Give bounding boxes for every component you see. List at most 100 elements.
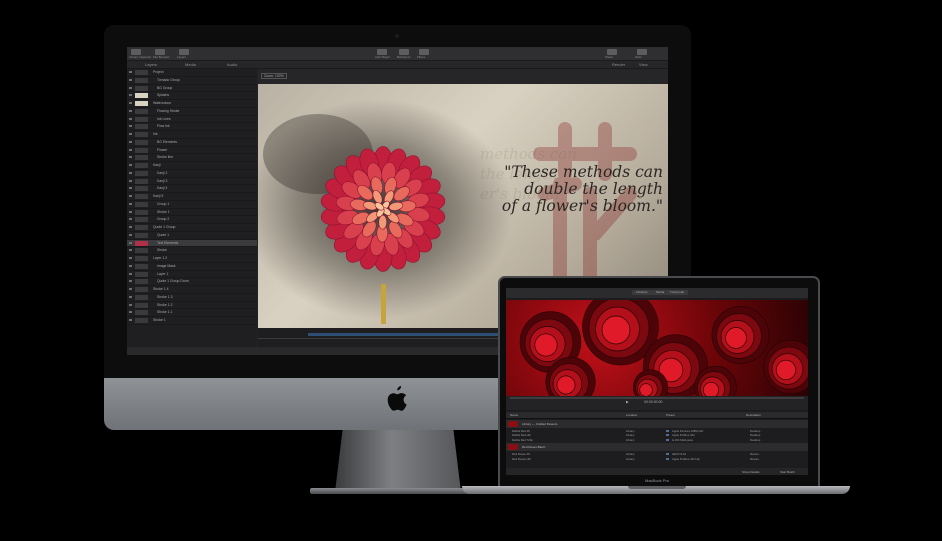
layer-row[interactable]: Kanji 2 (127, 170, 257, 178)
show-details-button[interactable]: Show Details (742, 470, 760, 474)
visibility-icon[interactable] (129, 272, 132, 275)
tab-layers[interactable]: Layers (145, 62, 157, 67)
layer-row[interactable]: Stroke line (127, 154, 257, 162)
col-preset[interactable]: Preset (666, 413, 675, 417)
visibility-icon[interactable] (129, 102, 132, 104)
visibility-icon[interactable] (129, 295, 132, 298)
render-menu[interactable]: Render (612, 62, 625, 67)
group-2[interactable]: Red Roses Batch (506, 443, 808, 452)
layer-row[interactable]: Kanji 3 (127, 178, 257, 186)
visibility-icon[interactable] (129, 78, 132, 81)
tab-libraries[interactable]: Libraries (632, 290, 652, 295)
visibility-icon[interactable] (129, 257, 132, 259)
visibility-icon[interactable] (129, 195, 132, 197)
visibility-icon[interactable] (129, 280, 132, 283)
layer-row[interactable]: Layer 1.2 (127, 255, 257, 263)
tab-audio[interactable]: Audio (227, 62, 237, 67)
layer-thumbnail (135, 85, 148, 91)
layer-row[interactable]: Text Elements (127, 239, 257, 248)
visibility-icon[interactable] (129, 202, 132, 205)
visibility-icon[interactable] (129, 241, 132, 244)
tab-transcode[interactable]: Transcode (666, 290, 689, 295)
layer-row[interactable]: Stroke 1 (127, 317, 257, 325)
layer-row[interactable]: BG Group (127, 85, 257, 93)
layer-row[interactable]: Splashs (127, 92, 257, 100)
layer-row[interactable]: Stroke 1 (127, 209, 257, 217)
group-1[interactable]: Library — Untitled Flowers (506, 420, 808, 428)
visibility-icon[interactable] (129, 156, 132, 159)
layer-row[interactable]: Group 2 (127, 216, 257, 224)
visibility-icon[interactable] (129, 264, 132, 267)
visibility-icon[interactable] (129, 94, 132, 97)
visibility-icon[interactable] (129, 164, 132, 166)
canvas-zoom-dropdown[interactable]: Zoom: 100% (261, 73, 287, 79)
layer-name: Stroke 1.1 (157, 310, 173, 315)
visibility-icon[interactable] (129, 233, 132, 236)
cell-name: Red Roses HD (512, 456, 531, 461)
visibility-icon[interactable] (129, 187, 132, 190)
layer-row[interactable]: Kanji 4 (127, 185, 257, 193)
col-name[interactable]: Name (510, 413, 518, 417)
visibility-icon[interactable] (129, 71, 132, 73)
visibility-icon[interactable] (129, 218, 132, 221)
visibility-icon[interactable] (129, 140, 132, 143)
cell-dest: Movies (750, 456, 759, 461)
layer-row[interactable]: Group 1 (127, 201, 257, 209)
visibility-icon[interactable] (129, 288, 132, 290)
list-item[interactable]: Red Roses HD Library Apple ProRes 422 HQ Mo… (506, 457, 808, 461)
visibility-icon[interactable] (129, 226, 132, 228)
scrubber[interactable] (510, 397, 804, 399)
layer-thumbnail (135, 186, 148, 192)
layer-row[interactable]: Kanji (127, 162, 257, 170)
layer-row[interactable]: Kanji 5 (127, 193, 257, 201)
layer-name: Stroke 1 (153, 318, 166, 322)
layer-thumbnail (135, 139, 148, 145)
visibility-icon[interactable] (129, 125, 132, 128)
layer-row[interactable]: Watercolour (127, 100, 257, 108)
view-menu[interactable]: View (639, 62, 648, 67)
visibility-icon[interactable] (129, 303, 132, 306)
visibility-icon[interactable] (129, 210, 132, 213)
layer-row[interactable]: Quote 1 (127, 232, 257, 240)
group-1-rows: Dahlia Red 4K Library Apple Devices 1080p … (506, 429, 808, 442)
visibility-icon[interactable] (129, 171, 132, 174)
layer-row[interactable]: Flow Ink (127, 123, 257, 131)
play-button[interactable]: ▶ (626, 400, 629, 404)
visibility-icon[interactable] (129, 148, 132, 151)
layer-row[interactable]: Project (127, 69, 257, 77)
layer-thumbnail (135, 170, 148, 176)
viewer[interactable] (506, 300, 808, 396)
start-batch-button[interactable]: Start Batch (780, 470, 795, 474)
visibility-icon[interactable] (129, 86, 132, 89)
tab-media[interactable]: Media (185, 62, 196, 67)
visibility-icon[interactable] (129, 179, 132, 182)
layer-row[interactable]: Quote 1 Group (127, 224, 257, 232)
layer-row[interactable]: Stroke 1.3 (127, 294, 257, 302)
layer-row[interactable]: Image Mask (127, 263, 257, 271)
col-destination[interactable]: Destination (746, 413, 761, 417)
layer-row[interactable]: Flowing Stroke (127, 108, 257, 116)
cell-loc: Library (626, 433, 635, 438)
layer-row[interactable]: Ink (127, 131, 257, 139)
visibility-icon[interactable] (129, 249, 132, 252)
visibility-icon[interactable] (129, 311, 132, 314)
layer-row[interactable]: Stroke 1.4 (127, 286, 257, 294)
layer-row[interactable]: Quote 1 Group Drum (127, 278, 257, 286)
layer-row[interactable]: Stroke (127, 247, 257, 255)
col-location[interactable]: Location (626, 413, 637, 417)
visibility-icon[interactable] (129, 117, 132, 120)
layer-row[interactable]: BG Elements (127, 139, 257, 147)
layer-name: Stroke (157, 248, 167, 253)
layer-row[interactable]: Stroke 1.2 (127, 302, 257, 310)
layer-row[interactable]: Ink Lines (127, 116, 257, 124)
visibility-icon[interactable] (129, 133, 132, 135)
layer-name: Splashs (157, 93, 170, 98)
list-item[interactable]: Dahlia Red 720p Library H.264 Multi-pass De… (506, 438, 808, 442)
visibility-icon[interactable] (129, 319, 132, 321)
layer-row[interactable]: Flower (127, 147, 257, 155)
layer-row[interactable]: Stroke 1.1 (127, 309, 257, 317)
visibility-icon[interactable] (129, 109, 132, 112)
layer-row[interactable]: Layer 1 (127, 271, 257, 279)
toolbar-label: Layers (177, 55, 187, 59)
layer-row[interactable]: Tornado Group (127, 77, 257, 85)
